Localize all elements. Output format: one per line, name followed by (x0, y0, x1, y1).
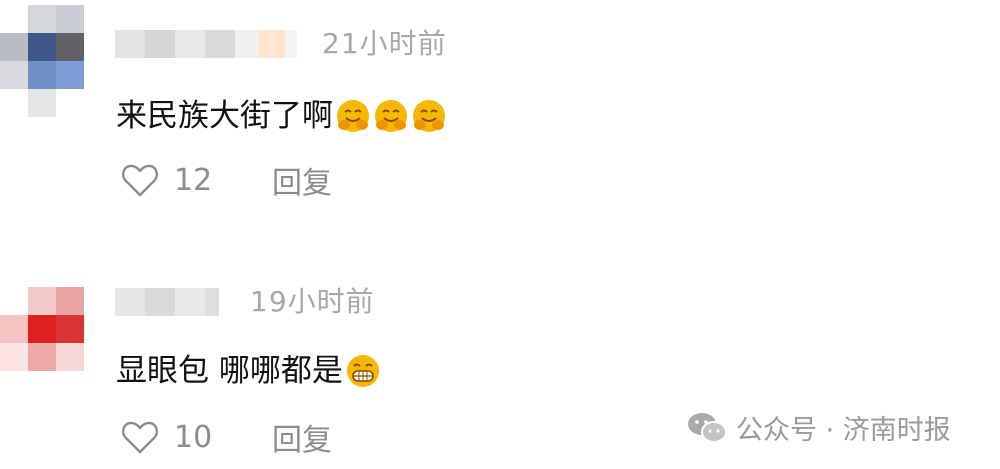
hugging-face-icon (413, 100, 445, 132)
reply-button[interactable]: 回复 (272, 158, 332, 202)
avatar[interactable] (0, 287, 88, 375)
watermark-label: 公众号 · 济南时报 (736, 415, 951, 446)
wechat-icon (688, 412, 727, 443)
hugging-face-icon (337, 100, 369, 132)
heart-icon (122, 421, 158, 454)
comment-text-content: 来民族大街了啊 (116, 98, 333, 134)
comment-text: 显眼包 哪哪都是 (116, 351, 381, 391)
avatar[interactable] (0, 5, 88, 117)
comment-time: 19小时前 (250, 285, 375, 318)
like-count: 12 (174, 162, 213, 198)
reply-button[interactable]: 回复 (272, 415, 332, 459)
grinning-face-icon (346, 355, 379, 387)
username-blurred[interactable] (115, 30, 297, 58)
comment-time: 21小时前 (322, 27, 447, 60)
watermark: 公众号 · 济南时报 (686, 408, 951, 447)
comment-list: 21小时前 来民族大街了啊 12 回复 19小时前 显眼包 哪哪都是 10 回复… (0, 0, 1000, 469)
comment-text-content: 显眼包 哪哪都是 (116, 353, 343, 389)
comment-item: 21小时前 来民族大街了啊 12 回复 (0, 0, 1000, 240)
comment-actions: 12 回复 (120, 158, 332, 202)
like-count: 10 (174, 419, 213, 455)
heart-icon (122, 164, 158, 197)
comment-text: 来民族大街了啊 (116, 96, 447, 136)
like-button[interactable]: 12 (120, 162, 254, 198)
like-button[interactable]: 10 (120, 419, 254, 455)
hugging-face-icon (375, 100, 407, 132)
comment-actions: 10 回复 (120, 415, 332, 459)
username-blurred[interactable] (115, 288, 219, 316)
